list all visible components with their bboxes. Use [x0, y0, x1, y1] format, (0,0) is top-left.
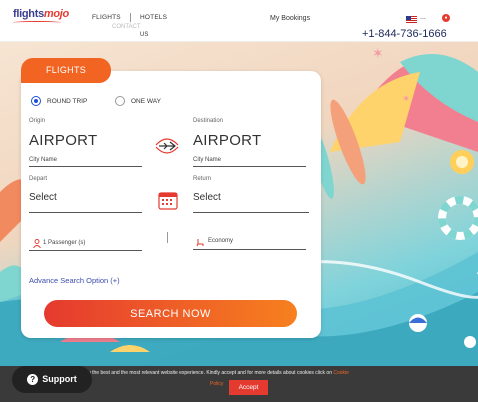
cabin-class-selector[interactable]: Economy — [208, 238, 233, 244]
svg-text:✶: ✶ — [402, 94, 410, 105]
round-trip-label[interactable]: ROUND TRIP — [47, 98, 87, 105]
return-label: Return — [193, 176, 212, 182]
search-now-button[interactable]: SEARCH NOW — [44, 300, 297, 327]
return-underline — [193, 212, 309, 213]
nav-hotels[interactable]: HOTELS — [140, 14, 167, 21]
language-icon[interactable]: ● — [442, 14, 450, 22]
round-trip-radio[interactable] — [31, 96, 41, 106]
passenger-underline — [29, 250, 142, 251]
help-icon: ? — [27, 374, 39, 386]
seat-icon — [196, 239, 204, 247]
cookie-policy-link[interactable]: Cookie — [333, 370, 349, 376]
origin-label: Origin — [29, 118, 46, 124]
destination-input[interactable]: AIRPORT — [193, 132, 262, 149]
passenger-selector[interactable]: 1 Passenger (s) — [43, 240, 85, 246]
one-way-radio[interactable] — [115, 96, 125, 106]
one-way-label[interactable]: ONE WAY — [131, 98, 161, 105]
depart-underline — [29, 212, 142, 213]
svg-text:✶: ✶ — [372, 46, 384, 62]
origin-input[interactable]: AIRPORT — [29, 132, 98, 149]
nav-flights[interactable]: FLIGHTS — [92, 14, 121, 21]
return-input[interactable]: Select — [193, 192, 221, 203]
flightsmojo-logo[interactable]: flightsmojo — [13, 8, 69, 20]
destination-city-name: City Name — [193, 157, 222, 163]
destination-underline — [193, 166, 306, 167]
passenger-icon — [33, 239, 41, 248]
us-flag-icon[interactable] — [406, 16, 417, 23]
destination-label: Destination — [193, 118, 224, 124]
nav-divider — [130, 13, 131, 22]
depart-label: Depart — [29, 176, 48, 182]
phone-number[interactable]: +1-844-736-1666 — [362, 28, 447, 40]
origin-underline — [29, 166, 142, 167]
logo-swoosh — [13, 21, 61, 24]
calendar-icon[interactable] — [158, 190, 178, 210]
field-divider — [167, 232, 168, 243]
currency-selector[interactable]: ... — [420, 14, 426, 21]
cookie-message: ve you the best and the most relevant we… — [76, 370, 349, 376]
cookie-policy-link-continued[interactable]: Policy — [210, 381, 223, 387]
cookie-accept-button[interactable]: Accept — [229, 380, 268, 395]
advance-search-link[interactable]: Advance Search Option (+) — [29, 276, 120, 285]
cabin-underline — [193, 249, 306, 250]
nav-contact-us[interactable]: CONTACT US — [112, 23, 148, 39]
origin-city-name: City Name — [29, 157, 58, 163]
my-bookings-link[interactable]: My Bookings — [270, 15, 310, 22]
depart-input[interactable]: Select — [29, 192, 57, 203]
swap-airplane-icon[interactable] — [153, 135, 181, 157]
tab-flights[interactable]: FLIGHTS — [21, 58, 111, 83]
site-header: flightsmojo FLIGHTS HOTELS CONTACT US My… — [0, 0, 478, 42]
support-chat-button[interactable]: ? Support — [12, 366, 92, 393]
